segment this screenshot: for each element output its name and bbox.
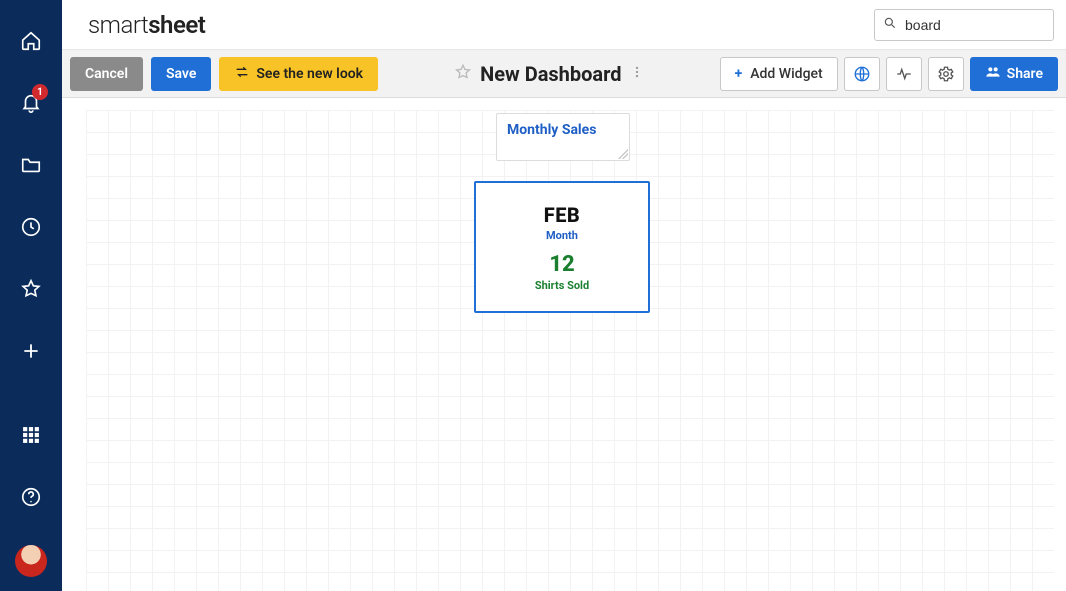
plus-icon xyxy=(21,341,41,365)
title-area: New Dashboard xyxy=(386,62,712,86)
activity-icon xyxy=(895,65,913,83)
main: smartsheet Cancel Save See the new lo xyxy=(62,0,1066,591)
rail-favorites[interactable] xyxy=(0,260,62,322)
metric-big: FEB xyxy=(544,203,581,227)
topbar: smartsheet xyxy=(62,0,1066,50)
star-icon xyxy=(20,278,42,304)
publish-button[interactable] xyxy=(844,57,880,91)
rail-help[interactable] xyxy=(0,468,62,530)
rail-create[interactable] xyxy=(0,322,62,384)
add-widget-label: Add Widget xyxy=(750,66,822,82)
cancel-label: Cancel xyxy=(85,66,128,82)
cancel-button[interactable]: Cancel xyxy=(70,57,143,91)
help-icon xyxy=(20,486,42,512)
metric-value-label: Shirts Sold xyxy=(535,279,589,292)
folder-icon xyxy=(20,154,42,180)
right-tools: + Add Widget xyxy=(720,57,1058,91)
save-label: Save xyxy=(166,66,196,82)
page-title[interactable]: New Dashboard xyxy=(480,62,621,86)
resize-handle[interactable] xyxy=(618,149,628,159)
gear-icon xyxy=(937,65,955,83)
metric-value: 12 xyxy=(549,252,574,277)
title-menu[interactable] xyxy=(630,63,644,85)
save-button[interactable]: Save xyxy=(151,57,211,91)
avatar[interactable] xyxy=(15,545,47,577)
rail-apps[interactable] xyxy=(0,406,62,468)
rail-recents[interactable] xyxy=(0,198,62,260)
see-new-look-button[interactable]: See the new look xyxy=(219,57,378,91)
metric-big-label: Month xyxy=(546,229,578,242)
people-icon xyxy=(985,64,1001,84)
new-look-label: See the new look xyxy=(256,66,363,82)
brand-bold: sheet xyxy=(148,11,205,39)
metric-widget[interactable]: FEB Month 12 Shirts Sold xyxy=(474,181,650,313)
search-icon xyxy=(883,16,903,34)
title-widget[interactable]: Monthly Sales xyxy=(496,113,630,161)
settings-button[interactable] xyxy=(928,57,964,91)
title-widget-label: Monthly Sales xyxy=(507,122,619,138)
apps-grid-icon xyxy=(21,425,41,449)
search-box[interactable] xyxy=(874,9,1054,41)
add-widget-button[interactable]: + Add Widget xyxy=(720,57,838,91)
brand-thin: smart xyxy=(88,11,148,39)
dashboard-canvas[interactable]: Monthly Sales FEB Month 12 Shirts Sold xyxy=(86,110,1054,591)
share-label: Share xyxy=(1007,66,1043,82)
canvas-wrap: Monthly Sales FEB Month 12 Shirts Sold xyxy=(62,98,1066,591)
notification-badge: 1 xyxy=(32,84,48,100)
left-rail: 1 xyxy=(0,0,62,591)
home-icon xyxy=(20,30,42,56)
plus-icon: + xyxy=(735,66,743,82)
globe-icon xyxy=(853,65,871,83)
rail-notifications[interactable]: 1 xyxy=(0,74,62,136)
rail-home[interactable] xyxy=(0,12,62,74)
swap-icon xyxy=(234,64,250,84)
activity-button[interactable] xyxy=(886,57,922,91)
clock-icon xyxy=(20,216,42,242)
share-button[interactable]: Share xyxy=(970,57,1058,91)
brand-logo[interactable]: smartsheet xyxy=(88,11,205,39)
search-input[interactable] xyxy=(903,16,1045,34)
rail-browse[interactable] xyxy=(0,136,62,198)
favorite-toggle[interactable] xyxy=(454,63,472,85)
toolbar: Cancel Save See the new look New Dashboa… xyxy=(62,50,1066,98)
